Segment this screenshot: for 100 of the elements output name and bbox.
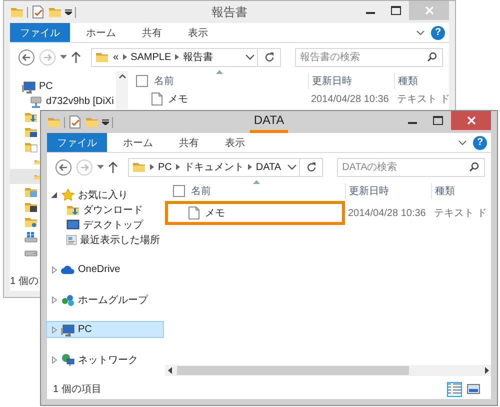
- ribbon-tab[interactable]: 表示: [215, 133, 255, 152]
- ribbon-tab[interactable]: ホーム: [76, 23, 126, 42]
- sort-icon: [216, 70, 223, 74]
- computer-icon: [22, 80, 36, 94]
- dropdown-icon[interactable]: [102, 119, 109, 125]
- close-icon: [424, 6, 434, 15]
- scroll-right-icon[interactable]: [484, 367, 488, 374]
- file-item[interactable]: メモ: [136, 91, 308, 107]
- chevron-icon[interactable]: [176, 164, 180, 170]
- network-drive-icon: [29, 94, 43, 108]
- maximize-icon: [433, 116, 443, 125]
- expand-icon[interactable]: [51, 190, 58, 198]
- overflow-crumb[interactable]: «: [113, 52, 119, 62]
- breadcrumb[interactable]: DATA: [256, 162, 282, 172]
- dropdown-icon[interactable]: [285, 163, 300, 171]
- ribbon-tab[interactable]: ファイル: [47, 133, 107, 152]
- close-icon: [466, 116, 476, 125]
- ribbon-tab[interactable]: ファイル: [10, 23, 70, 42]
- ribbon-tab[interactable]: ホーム: [113, 133, 163, 152]
- properties-icon[interactable]: [68, 115, 82, 129]
- large-icons-button[interactable]: [466, 382, 481, 396]
- nav-item[interactable]: OneDrive: [47, 262, 163, 277]
- computer-icon: [61, 322, 75, 336]
- close-button[interactable]: [451, 111, 491, 130]
- ribbon-tab[interactable]: 共有: [169, 133, 209, 152]
- breadcrumb[interactable]: ドキュメント: [184, 160, 244, 174]
- up-icon[interactable]: [71, 51, 81, 63]
- folder-icon: [47, 115, 61, 129]
- folder-icon: [95, 50, 109, 64]
- column-header[interactable]: 名前: [191, 184, 211, 198]
- ribbon-tab[interactable]: 共有: [132, 23, 172, 42]
- properties-icon[interactable]: [31, 5, 45, 19]
- nav-item[interactable]: PC: [10, 79, 53, 94]
- breadcrumb[interactable]: PC: [158, 162, 172, 172]
- details-view-icon: [448, 383, 461, 395]
- breadcrumb[interactable]: SAMPLE: [130, 52, 172, 62]
- scroll-left-icon[interactable]: [168, 367, 172, 374]
- expand-ribbon-icon[interactable]: [458, 140, 467, 146]
- up-icon[interactable]: [108, 161, 118, 173]
- column-header[interactable]: 更新日時: [312, 74, 352, 88]
- status-text: 1 個の項目: [53, 383, 102, 396]
- search-field[interactable]: 報告書の検索: [295, 48, 443, 66]
- folder-icon: [10, 5, 24, 19]
- address-bar[interactable]: « SAMPLE 報告書: [91, 48, 281, 66]
- scroll-thumb[interactable]: [177, 366, 409, 375]
- file-item[interactable]: メモ: [165, 201, 345, 225]
- chevron-icon[interactable]: [122, 54, 127, 60]
- nav-item[interactable]: d732v9hb [DiXi: [10, 94, 114, 109]
- select-all-checkbox[interactable]: [173, 185, 185, 197]
- monitor-icon: [66, 218, 80, 232]
- select-all-checkbox[interactable]: [136, 75, 148, 87]
- scrollbar[interactable]: [165, 365, 491, 376]
- window-title: 報告書: [210, 4, 248, 20]
- expand-ribbon-icon[interactable]: [416, 30, 425, 36]
- back-icon[interactable]: [55, 158, 72, 176]
- details-view-button[interactable]: [447, 382, 462, 396]
- breadcrumb[interactable]: 報告書: [183, 50, 214, 64]
- search-icon: [427, 52, 437, 62]
- maximize-icon: [391, 6, 401, 15]
- places-icon: [66, 232, 77, 246]
- help-button[interactable]: ?: [473, 136, 487, 150]
- column-header[interactable]: 種類: [398, 74, 418, 88]
- nav-item[interactable]: ダウンロード: [47, 202, 163, 217]
- chevron-icon[interactable]: [248, 164, 252, 170]
- scrollbar[interactable]: [116, 71, 128, 109]
- dropdown-icon[interactable]: [65, 9, 72, 15]
- nav-item[interactable]: ネットワーク: [47, 352, 163, 367]
- nav-item[interactable]: 最近表示した場所: [47, 232, 163, 247]
- refresh-icon[interactable]: [306, 162, 317, 172]
- recent-icon[interactable]: [96, 165, 104, 169]
- chevron-icon[interactable]: [175, 54, 180, 60]
- dropdown-icon[interactable]: [243, 53, 257, 61]
- date-cell-text: 2014/04/28 10:36: [347, 208, 427, 218]
- back-icon[interactable]: [18, 48, 35, 66]
- sort-icon: [253, 180, 260, 184]
- column-header[interactable]: 更新日時: [349, 184, 389, 198]
- nav-item[interactable]: ホームグループ: [47, 292, 163, 307]
- refresh-icon[interactable]: [264, 52, 274, 62]
- nav-item[interactable]: お気に入り: [47, 187, 163, 202]
- column-header[interactable]: 種類: [435, 184, 455, 198]
- nav-item[interactable]: デスクトップ: [47, 217, 163, 232]
- chevron-icon[interactable]: [150, 164, 154, 170]
- drive-icon: [24, 230, 38, 244]
- date-cell-text: 2014/04/28 10:36: [310, 94, 390, 104]
- homegroup-icon: [61, 292, 75, 306]
- column-header[interactable]: 名前: [154, 74, 174, 88]
- address-bar[interactable]: PC ドキュメント DATA: [128, 158, 324, 176]
- network-icon: [61, 352, 75, 366]
- type-cell-text: テキスト ド: [396, 93, 450, 106]
- document-icon: [187, 206, 201, 220]
- ribbon-tab[interactable]: 表示: [178, 23, 218, 42]
- document-icon: [150, 92, 164, 106]
- folder-icon: [132, 160, 146, 174]
- large-icons-icon: [467, 383, 480, 395]
- search-icon: [469, 162, 479, 172]
- status-text: 1 個の: [10, 275, 38, 288]
- help-button[interactable]: ?: [431, 26, 445, 40]
- recent-icon[interactable]: [60, 55, 67, 59]
- search-field[interactable]: DATAの検索: [337, 158, 485, 176]
- nav-item[interactable]: PC: [47, 322, 163, 337]
